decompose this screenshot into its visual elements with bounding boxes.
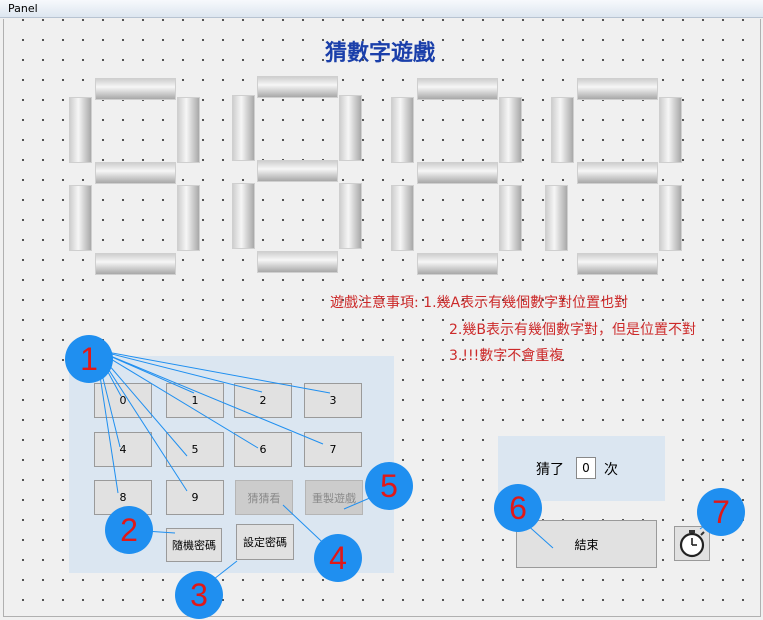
segment-middle <box>95 162 176 184</box>
reset-game-button[interactable]: 重製遊戲 <box>305 480 363 515</box>
segment-middle <box>417 162 498 184</box>
callout-2: 2 <box>105 506 153 554</box>
random-password-button[interactable]: 隨機密碼 <box>166 528 222 562</box>
key-7-button[interactable]: 7 <box>304 432 362 467</box>
segment-middle <box>577 162 658 184</box>
segment-bottom <box>577 253 658 275</box>
segment-bottom <box>257 251 338 273</box>
segment-upper-left <box>232 95 255 161</box>
key-9-button[interactable]: 9 <box>166 480 224 515</box>
segment-upper-left <box>391 97 414 163</box>
key-2-button[interactable]: 2 <box>234 383 292 418</box>
key-5-button[interactable]: 5 <box>166 432 224 467</box>
segment-upper-left <box>69 97 92 163</box>
key-6-button[interactable]: 6 <box>234 432 292 467</box>
segment-lower-left <box>69 185 92 251</box>
callout-4: 4 <box>314 534 362 582</box>
window-title: Panel <box>8 2 38 15</box>
game-title: 猜數字遊戲 <box>324 40 435 66</box>
guess-button[interactable]: 猜猜看 <box>235 480 293 515</box>
rules-line-1: 遊戲注意事項: 1.幾A表示有幾個數字對位置也對 <box>330 295 629 311</box>
segment-lower-right <box>659 185 682 251</box>
segment-bottom <box>417 253 498 275</box>
callout-6: 6 <box>494 484 542 532</box>
guess-count-prefix: 猜了 <box>536 462 564 478</box>
guess-count-suffix: 次 <box>604 462 618 478</box>
segment-top <box>95 78 176 100</box>
segment-lower-right <box>499 185 522 251</box>
segment-lower-right <box>339 183 362 249</box>
segment-upper-left <box>551 97 574 163</box>
key-4-button[interactable]: 4 <box>94 432 152 467</box>
segment-lower-left <box>391 185 414 251</box>
segment-top <box>417 78 498 100</box>
key-1-button[interactable]: 1 <box>166 383 224 418</box>
stopwatch-icon <box>679 530 705 558</box>
segment-middle <box>257 160 338 182</box>
rules-line-3: 3.!!!數字不會重複 <box>449 348 564 364</box>
timer-button[interactable] <box>674 526 710 561</box>
window-titlebar: Panel <box>0 0 763 18</box>
segment-top <box>577 78 658 100</box>
segment-upper-right <box>659 97 682 163</box>
segment-lower-left <box>232 183 255 249</box>
segment-upper-right <box>339 95 362 161</box>
segment-top <box>257 76 338 98</box>
key-0-button[interactable]: 0 <box>94 383 152 418</box>
end-button[interactable]: 結束 <box>516 520 657 568</box>
rules-line-2: 2.幾B表示有幾個數字對，但是位置不對 <box>449 322 696 338</box>
callout-3: 3 <box>175 571 223 619</box>
segment-upper-right <box>177 97 200 163</box>
guess-count-field[interactable] <box>576 457 596 479</box>
segment-bottom <box>95 253 176 275</box>
segment-upper-right <box>499 97 522 163</box>
key-3-button[interactable]: 3 <box>304 383 362 418</box>
callout-7: 7 <box>697 488 745 536</box>
segment-lower-right <box>177 185 200 251</box>
set-password-button[interactable]: 設定密碼 <box>236 524 294 560</box>
segment-lower-left <box>545 185 568 251</box>
callout-1: 1 <box>65 335 113 383</box>
callout-5: 5 <box>365 462 413 510</box>
